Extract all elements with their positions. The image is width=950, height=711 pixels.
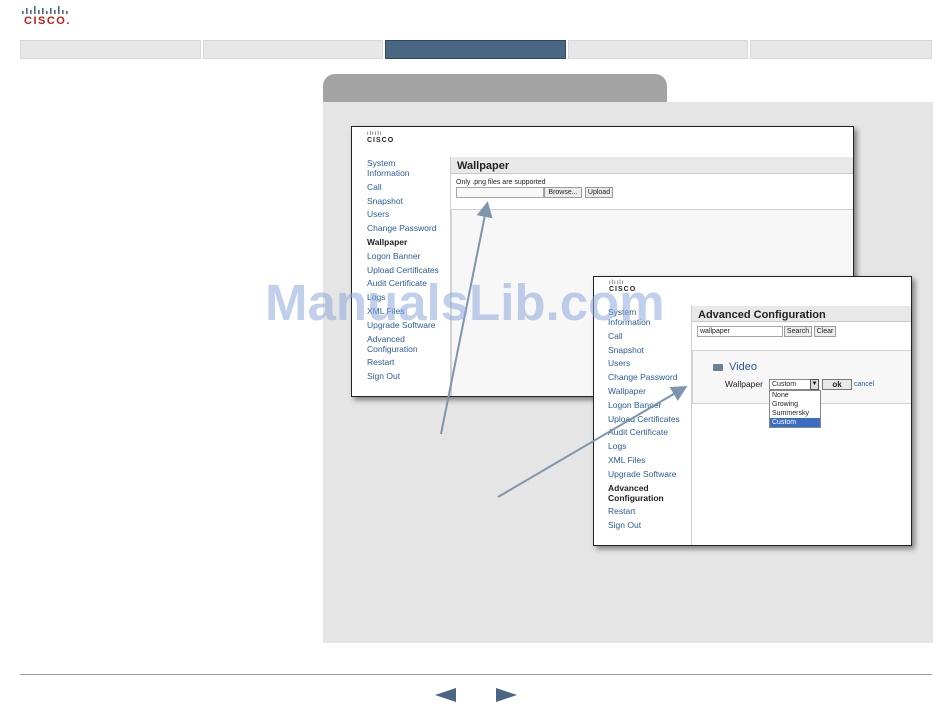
menu-item[interactable]: Wallpaper <box>367 237 439 247</box>
nav-tab-5[interactable] <box>750 40 932 59</box>
panel-tab <box>323 74 667 102</box>
menu-item[interactable]: Users <box>367 209 439 219</box>
menu-item[interactable]: Logs <box>608 441 680 451</box>
upload-button[interactable]: Upload <box>585 187 613 198</box>
clear-button[interactable]: Clear <box>814 326 836 337</box>
menu-item[interactable]: Upgrade Software <box>608 469 680 479</box>
wallpaper-select[interactable]: Custom <box>769 379 811 390</box>
nav-tab-1[interactable] <box>20 40 201 59</box>
dropdown-option[interactable]: Growing <box>770 400 820 409</box>
menu-item[interactable]: Change Password <box>608 372 680 382</box>
nav-tab-3-active[interactable] <box>385 40 566 59</box>
cancel-link[interactable]: cancel <box>854 381 874 388</box>
dropdown-option[interactable]: Summersky <box>770 409 820 418</box>
nav-tab-4[interactable] <box>568 40 748 59</box>
menu-item[interactable]: Snapshot <box>367 196 439 206</box>
cisco-logo-text: CISCO. <box>24 15 71 27</box>
menu-item[interactable]: Advanced Configuration <box>608 483 680 503</box>
menu-item[interactable]: Advanced Configuration <box>367 334 439 354</box>
nav-tab-2[interactable] <box>203 40 383 59</box>
menu-item[interactable]: Logon Banner <box>367 251 439 261</box>
format-note: Only .png files are supported <box>456 179 546 186</box>
menu-item[interactable]: Wallpaper <box>608 386 680 396</box>
file-input[interactable] <box>456 187 544 198</box>
side-menu: System Information Call Snapshot Users Chang… <box>367 158 439 385</box>
dropdown-option[interactable]: Custom <box>770 418 820 427</box>
menu-item[interactable]: Restart <box>608 506 680 516</box>
chevron-down-icon[interactable]: ▼ <box>810 379 819 390</box>
page-header: Advanced Configuration <box>692 306 911 322</box>
page-header: Wallpaper <box>451 157 853 174</box>
top-navigation <box>20 40 932 60</box>
footer-divider <box>20 674 932 675</box>
menu-item[interactable]: Sign Out <box>367 371 439 381</box>
menu-item[interactable]: Sign Out <box>608 520 680 530</box>
watermark: ManualsLib.com <box>265 274 665 331</box>
setting-label: Wallpaper <box>725 379 763 389</box>
search-input[interactable]: wallpaper <box>697 326 783 337</box>
browse-button[interactable]: Browse... <box>544 187 582 198</box>
menu-item[interactable]: Logon Banner <box>608 400 680 410</box>
search-button[interactable]: Search <box>784 326 812 337</box>
side-menu: System Information Call Snapshot Users Chang… <box>608 307 680 534</box>
menu-item[interactable]: System Information <box>367 158 439 178</box>
menu-item[interactable]: Snapshot <box>608 345 680 355</box>
menu-item[interactable]: Users <box>608 358 680 368</box>
menu-item[interactable]: Audit Certificate <box>608 427 680 437</box>
menu-item[interactable]: Call <box>367 182 439 192</box>
folder-icon <box>713 364 723 371</box>
triangle-right-icon[interactable] <box>496 688 517 702</box>
menu-item[interactable]: XML Files <box>608 455 680 465</box>
dropdown-option[interactable]: None <box>770 391 820 400</box>
section-title[interactable]: Video <box>729 361 757 373</box>
triangle-left-icon[interactable] <box>435 688 456 702</box>
menu-item[interactable]: Restart <box>367 357 439 367</box>
menu-item[interactable]: Call <box>608 331 680 341</box>
ok-button[interactable]: ok <box>822 379 852 390</box>
menu-item[interactable]: Change Password <box>367 223 439 233</box>
menu-divider <box>691 305 692 545</box>
menu-item[interactable]: Upload Certificates <box>608 414 680 424</box>
mini-cisco-logo: ılıılı CISCO <box>367 131 395 144</box>
wallpaper-options-list: None Growing Summersky Custom <box>769 390 821 428</box>
